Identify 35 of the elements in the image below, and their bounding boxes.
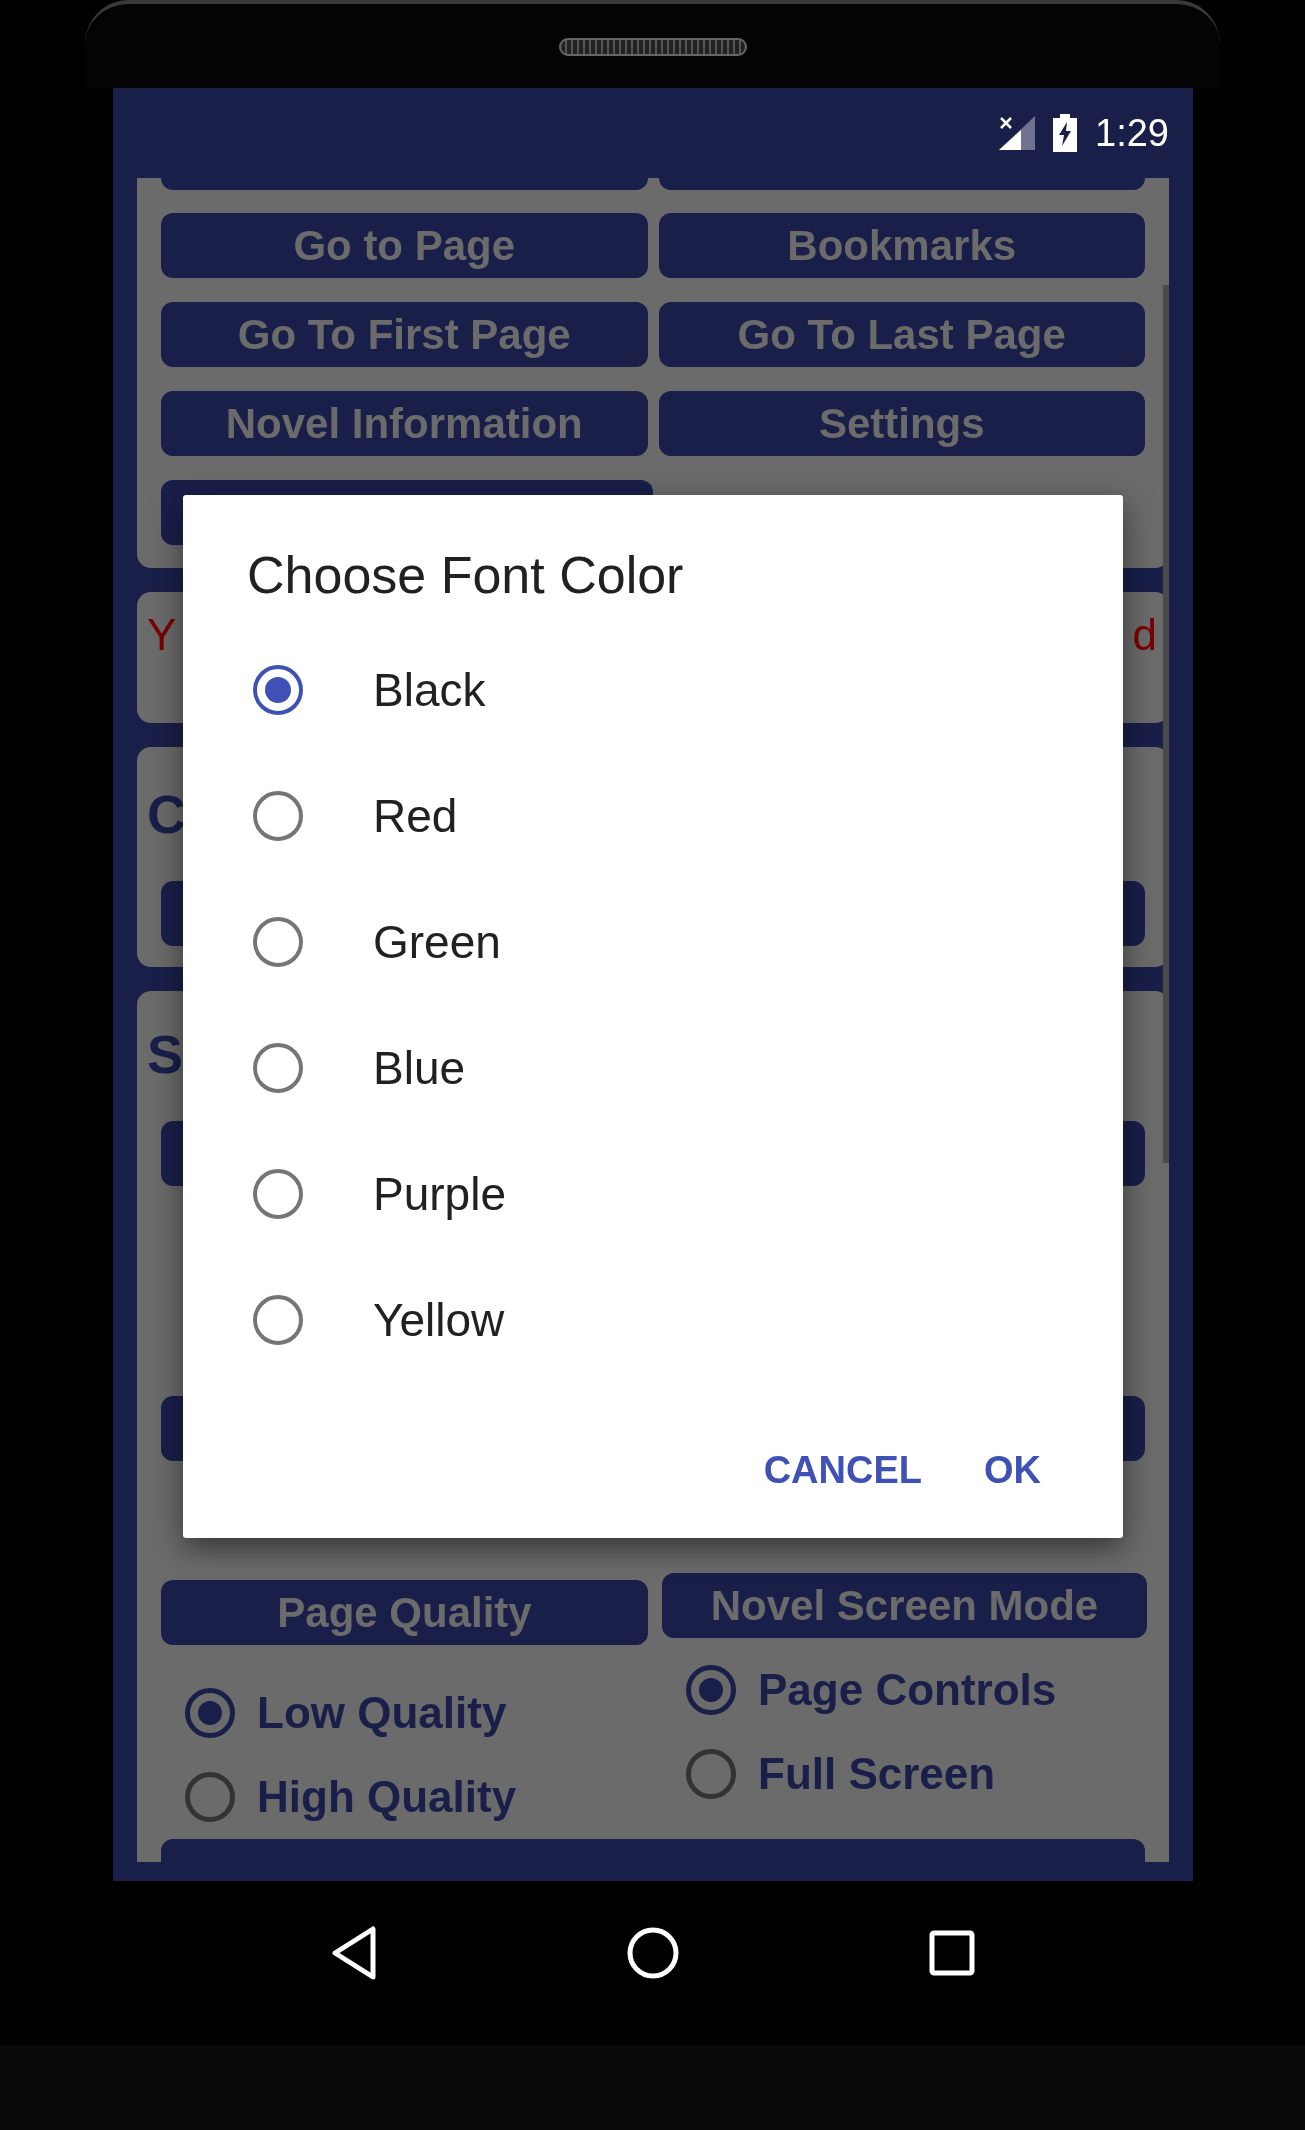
option-label[interactable]: Purple — [373, 1167, 506, 1222]
option-label: Low Quality — [257, 1688, 507, 1739]
section-heading: C — [147, 785, 186, 844]
option-label[interactable]: Blue — [373, 1041, 466, 1096]
menu-button[interactable] — [658, 178, 1145, 191]
dialog-title: Choose Font Color — [247, 545, 685, 606]
battery-icon — [1053, 114, 1078, 153]
option-label[interactable]: Green — [373, 915, 501, 970]
dialog-button[interactable]: CANCEL — [755, 1439, 930, 1503]
radio-button[interactable] — [686, 1665, 736, 1716]
option-label[interactable]: Black — [373, 663, 486, 718]
radio-button[interactable] — [253, 1169, 303, 1220]
section-heading: S — [147, 1025, 184, 1084]
menu-button[interactable] — [161, 178, 648, 191]
radio-button[interactable] — [253, 791, 303, 842]
radio-button[interactable] — [253, 1043, 303, 1094]
status-time: 1:29 — [1095, 111, 1169, 155]
dialog-button[interactable]: OK — [976, 1439, 1049, 1503]
option-label[interactable]: Yellow — [373, 1293, 505, 1348]
radio-button[interactable] — [185, 1688, 235, 1739]
back-icon[interactable] — [330, 1926, 377, 1981]
signal-icon — [999, 116, 1036, 151]
home-icon[interactable] — [626, 1927, 679, 1980]
radio-button[interactable] — [253, 917, 303, 968]
option-label: High Quality — [257, 1772, 517, 1823]
option-label[interactable]: Red — [373, 789, 458, 844]
radio-button[interactable] — [686, 1749, 736, 1800]
radio-button[interactable] — [253, 665, 303, 716]
option-label: Page Controls — [758, 1665, 1057, 1716]
radio-button[interactable] — [253, 1295, 303, 1346]
notice-text: d — [1132, 610, 1157, 661]
radio-button[interactable] — [185, 1772, 235, 1823]
notice-text: Y — [147, 610, 177, 661]
option-label: Full Screen — [758, 1749, 996, 1800]
recent-apps-icon[interactable] — [928, 1930, 975, 1977]
